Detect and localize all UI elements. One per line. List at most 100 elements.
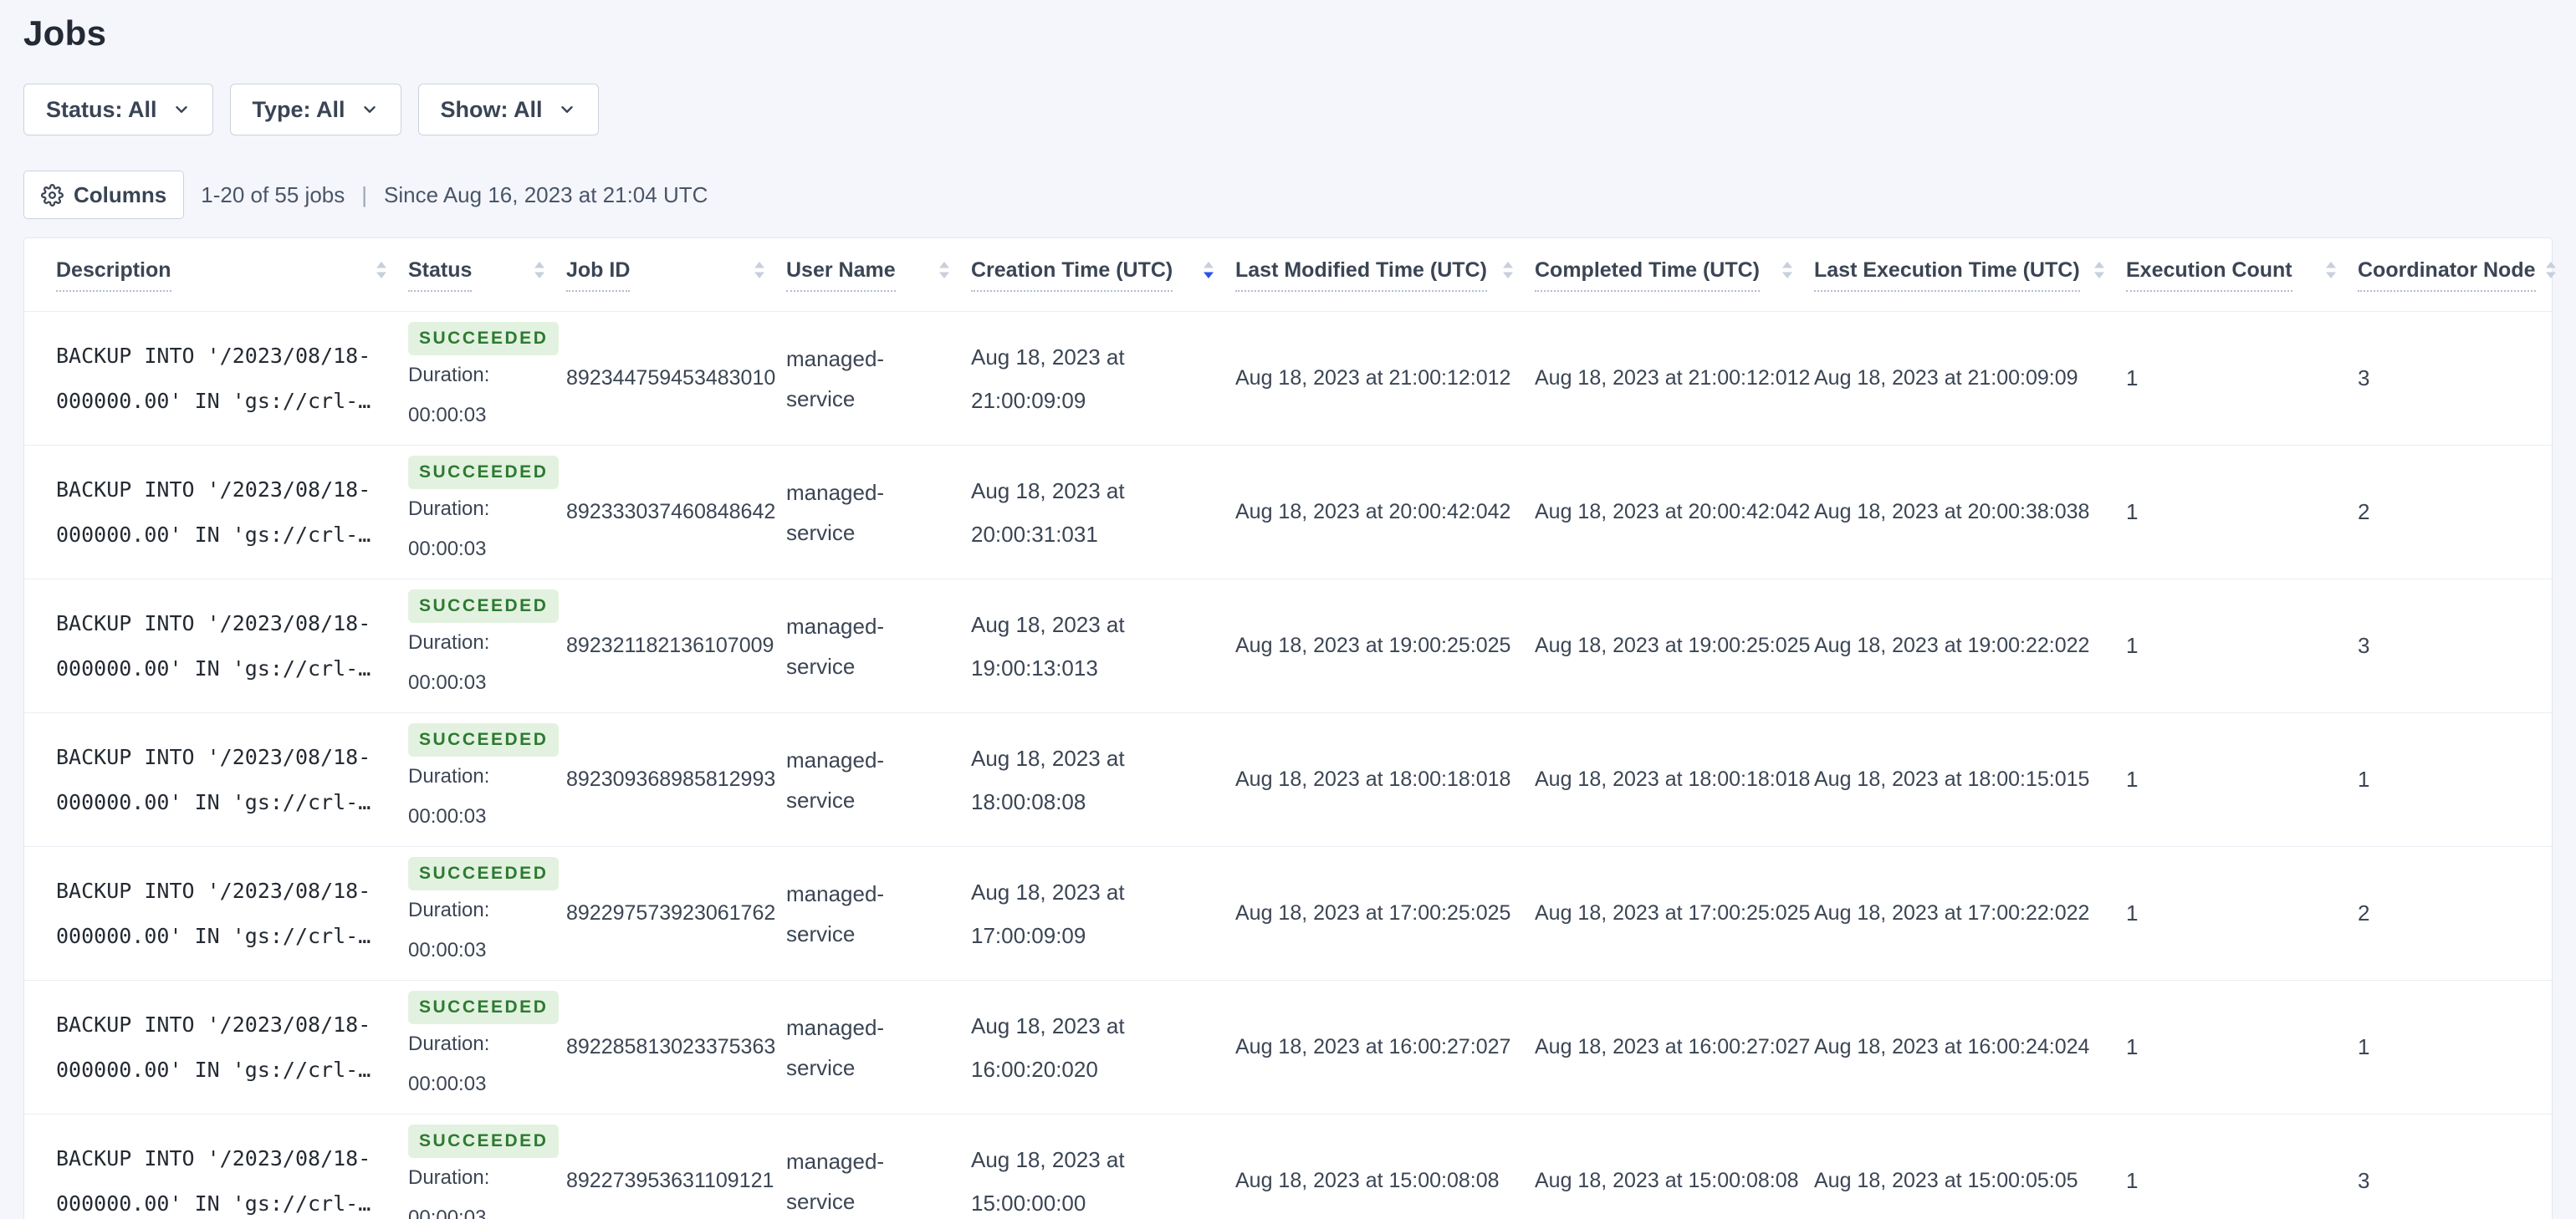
- execution-count-cell: 1: [2126, 499, 2139, 524]
- page-title: Jobs: [23, 13, 107, 53]
- type-filter-label: Type: All: [252, 96, 345, 122]
- status-badge: SUCCEEDED: [408, 990, 560, 1024]
- duration-value: 00:00:03: [408, 1072, 487, 1095]
- job-status-cell: SUCCEEDED Duration: 00:00:03: [408, 990, 566, 1104]
- column-header-job-id[interactable]: Job ID: [566, 258, 786, 292]
- status-filter-dropdown[interactable]: Status: All: [23, 84, 213, 135]
- sort-icon: [1501, 259, 1515, 285]
- status-badge: SUCCEEDED: [408, 455, 560, 489]
- column-header-coordinator-node[interactable]: Coordinator Node: [2358, 258, 2556, 292]
- sort-icon: [938, 259, 951, 285]
- toolbar-separator: |: [361, 181, 368, 207]
- show-filter-dropdown[interactable]: Show: All: [417, 84, 599, 135]
- coordinator-node-cell: 2: [2358, 900, 2370, 926]
- jobs-count-text: 1-20 of 55 jobs: [201, 181, 345, 207]
- column-header-execution-count[interactable]: Execution Count: [2126, 258, 2358, 292]
- status-badge: SUCCEEDED: [408, 321, 560, 355]
- sort-icon: [1781, 259, 1794, 285]
- chevron-down-icon: [175, 106, 187, 113]
- user-name-cell: managed-service: [786, 747, 885, 813]
- job-id-cell: 892273953631109121: [566, 1169, 774, 1192]
- table-row: BACKUP INTO '/2023/08/18- 000000.00' IN …: [24, 312, 2552, 446]
- execution-count-cell: 1: [2126, 1168, 2139, 1193]
- last-execution-time-cell: Aug 18, 2023 at 15:00:05:05: [1814, 1169, 2078, 1192]
- sort-icon: [2324, 259, 2338, 285]
- chevron-down-icon: [560, 106, 573, 113]
- last-modified-time-cell: Aug 18, 2023 at 18:00:18:018: [1235, 768, 1511, 791]
- last-modified-time-cell: Aug 18, 2023 at 19:00:25:025: [1235, 634, 1511, 657]
- job-id-cell: 892321182136107009: [566, 634, 774, 657]
- creation-time-cell: Aug 18, 2023 at 20:00:31:031: [971, 477, 1125, 547]
- job-description-link[interactable]: BACKUP INTO '/2023/08/18- 000000.00' IN …: [56, 601, 408, 691]
- job-description-link[interactable]: BACKUP INTO '/2023/08/18- 000000.00' IN …: [56, 1002, 408, 1093]
- sort-icon: [753, 259, 766, 285]
- status-badge: SUCCEEDED: [408, 1124, 560, 1158]
- coordinator-node-cell: 3: [2358, 365, 2370, 390]
- last-execution-time-cell: Aug 18, 2023 at 19:00:22:022: [1814, 634, 2090, 657]
- table-toolbar: Columns 1-20 of 55 jobs | Since Aug 16, …: [23, 171, 2553, 219]
- execution-count-cell: 1: [2126, 1034, 2139, 1059]
- execution-count-cell: 1: [2126, 767, 2139, 792]
- creation-time-cell: Aug 18, 2023 at 21:00:09:09: [971, 344, 1125, 413]
- job-id-cell: 892285813023375363: [566, 1035, 776, 1058]
- coordinator-node-cell: 3: [2358, 633, 2370, 658]
- status-badge: SUCCEEDED: [408, 856, 560, 890]
- sort-icon: [375, 259, 388, 285]
- job-description-link[interactable]: BACKUP INTO '/2023/08/18- 000000.00' IN …: [56, 735, 408, 825]
- job-status-cell: SUCCEEDED Duration: 00:00:03: [408, 1124, 566, 1219]
- job-description-link[interactable]: BACKUP INTO '/2023/08/18- 000000.00' IN …: [56, 334, 408, 424]
- column-header-last-execution-time[interactable]: Last Execution Time (UTC): [1814, 258, 2126, 292]
- last-modified-time-cell: Aug 18, 2023 at 20:00:42:042: [1235, 500, 1511, 523]
- table-row: BACKUP INTO '/2023/08/18- 000000.00' IN …: [24, 713, 2552, 847]
- column-header-last-modified-time[interactable]: Last Modified Time (UTC): [1235, 258, 1535, 292]
- column-header-description[interactable]: Description: [56, 258, 408, 292]
- sort-icon: [2093, 259, 2106, 285]
- last-modified-time-cell: Aug 18, 2023 at 15:00:08:08: [1235, 1169, 1500, 1192]
- execution-count-cell: 1: [2126, 900, 2139, 926]
- coordinator-node-cell: 3: [2358, 1168, 2370, 1193]
- duration-label: Duration:: [408, 497, 490, 520]
- completed-time-cell: Aug 18, 2023 at 19:00:25:025: [1535, 634, 1811, 657]
- type-filter-dropdown[interactable]: Type: All: [229, 84, 401, 135]
- jobs-table: Description Status Job ID User Name Crea…: [23, 237, 2556, 1219]
- completed-time-cell: Aug 18, 2023 at 15:00:08:08: [1535, 1169, 1799, 1192]
- user-name-cell: managed-service: [786, 613, 885, 679]
- user-name-cell: managed-service: [786, 345, 885, 411]
- coordinator-node-cell: 1: [2358, 767, 2370, 792]
- jobs-page: Jobs Status: All Type: All Show: All Col…: [0, 0, 2576, 1219]
- job-status-cell: SUCCEEDED Duration: 00:00:03: [408, 455, 566, 569]
- column-header-completed-time[interactable]: Completed Time (UTC): [1535, 258, 1814, 292]
- user-name-cell: managed-service: [786, 880, 885, 946]
- coordinator-node-cell: 1: [2358, 1034, 2370, 1059]
- duration-value: 00:00:03: [408, 671, 487, 694]
- job-description-link[interactable]: BACKUP INTO '/2023/08/18- 000000.00' IN …: [56, 1136, 408, 1219]
- job-status-cell: SUCCEEDED Duration: 00:00:03: [408, 589, 566, 703]
- table-row: BACKUP INTO '/2023/08/18- 000000.00' IN …: [24, 579, 2552, 713]
- job-id-cell: 892344759453483010: [566, 366, 776, 390]
- table-header-row: Description Status Job ID User Name Crea…: [24, 238, 2556, 312]
- user-name-cell: managed-service: [786, 1014, 885, 1080]
- duration-value: 00:00:03: [408, 403, 487, 426]
- duration-value: 00:00:03: [408, 804, 487, 828]
- job-description-link[interactable]: BACKUP INTO '/2023/08/18- 000000.00' IN …: [56, 467, 408, 558]
- table-row: BACKUP INTO '/2023/08/18- 000000.00' IN …: [24, 1114, 2552, 1219]
- last-execution-time-cell: Aug 18, 2023 at 16:00:24:024: [1814, 1035, 2090, 1058]
- columns-button-label: Columns: [74, 181, 167, 207]
- last-modified-time-cell: Aug 18, 2023 at 17:00:25:025: [1235, 901, 1511, 925]
- job-status-cell: SUCCEEDED Duration: 00:00:03: [408, 722, 566, 837]
- duration-label: Duration:: [408, 1165, 490, 1189]
- job-status-cell: SUCCEEDED Duration: 00:00:03: [408, 321, 566, 436]
- duration-value: 00:00:03: [408, 537, 487, 560]
- last-execution-time-cell: Aug 18, 2023 at 20:00:38:038: [1814, 500, 2090, 523]
- sort-desc-icon: [1202, 259, 1215, 285]
- job-status-cell: SUCCEEDED Duration: 00:00:03: [408, 856, 566, 971]
- column-header-status[interactable]: Status: [408, 258, 566, 292]
- creation-time-cell: Aug 18, 2023 at 18:00:08:08: [971, 745, 1125, 814]
- sort-icon: [2544, 259, 2558, 285]
- column-header-creation-time[interactable]: Creation Time (UTC): [971, 258, 1235, 292]
- columns-button[interactable]: Columns: [23, 171, 185, 219]
- job-description-link[interactable]: BACKUP INTO '/2023/08/18- 000000.00' IN …: [56, 869, 408, 959]
- column-header-user-name[interactable]: User Name: [786, 258, 971, 292]
- status-filter-label: Status: All: [46, 96, 157, 122]
- user-name-cell: managed-service: [786, 1148, 885, 1214]
